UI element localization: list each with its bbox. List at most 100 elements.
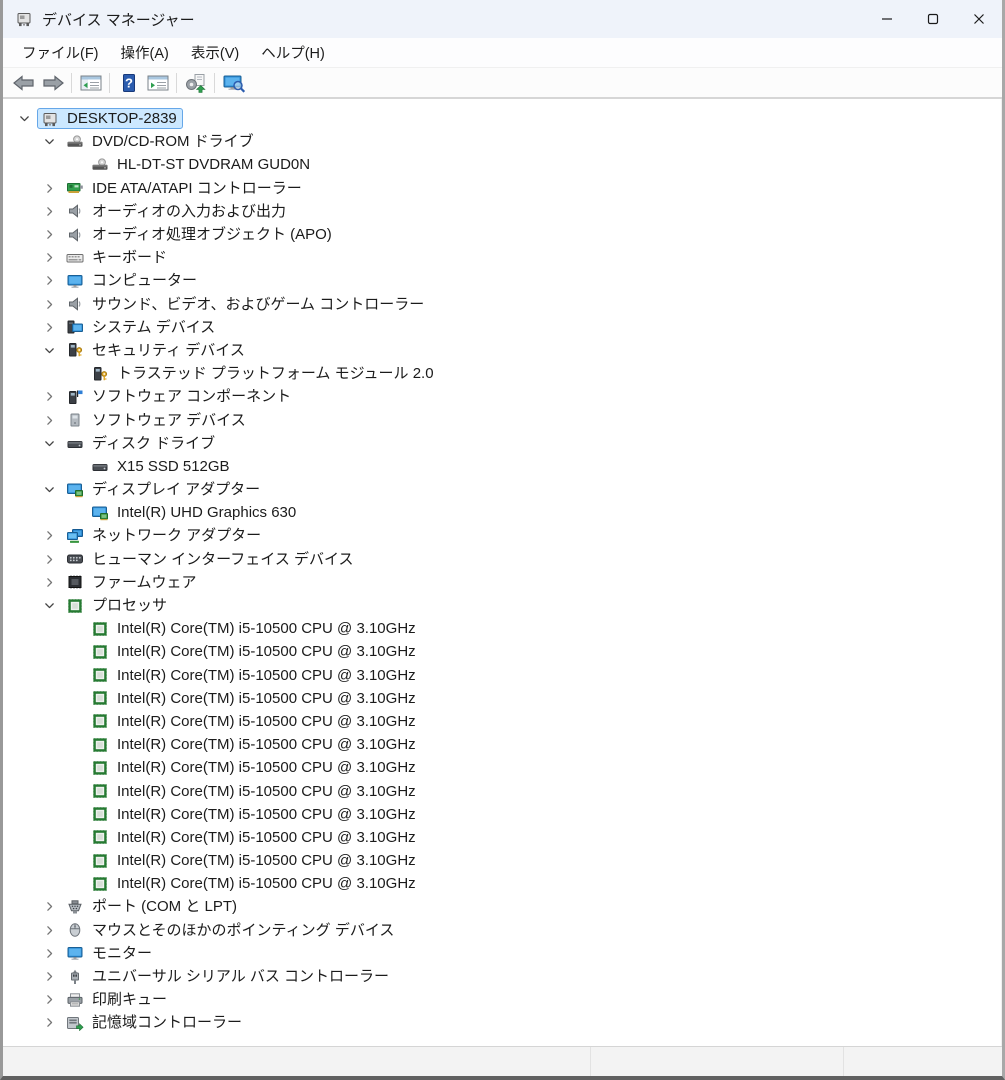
tree-item-content-selected[interactable]: DESKTOP-2839 (37, 108, 183, 129)
tree-item[interactable]: Intel(R) Core(TM) i5-10500 CPU @ 3.10GHz (3, 617, 1001, 640)
tree-item[interactable]: ソフトウェア デバイス (3, 408, 1001, 431)
tree-item-content[interactable]: ポート (COM と LPT) (62, 896, 243, 917)
tree-item-content[interactable]: ネットワーク アダプター (62, 525, 267, 546)
chevron-right-icon[interactable] (36, 571, 62, 594)
chevron-down-icon[interactable] (36, 594, 62, 617)
close-button[interactable] (956, 0, 1002, 38)
chevron-down-icon[interactable] (36, 339, 62, 362)
tree-item-content[interactable]: Intel(R) Core(TM) i5-10500 CPU @ 3.10GHz (87, 688, 422, 709)
tree-item-content[interactable]: Intel(R) Core(TM) i5-10500 CPU @ 3.10GHz (87, 618, 422, 639)
tree-item[interactable]: ネットワーク アダプター (3, 524, 1001, 547)
tree-item-content[interactable]: ソフトウェア コンポーネント (62, 386, 297, 407)
chevron-right-icon[interactable] (36, 223, 62, 246)
tree-item-content[interactable]: Intel(R) Core(TM) i5-10500 CPU @ 3.10GHz (87, 734, 422, 755)
tree-item-content[interactable]: Intel(R) UHD Graphics 630 (87, 502, 302, 523)
chevron-down-icon[interactable] (36, 478, 62, 501)
menu-action[interactable]: 操作(A) (110, 38, 180, 67)
tree-item[interactable]: Intel(R) Core(TM) i5-10500 CPU @ 3.10GHz (3, 756, 1001, 779)
tree-item-content[interactable]: Intel(R) Core(TM) i5-10500 CPU @ 3.10GHz (87, 665, 422, 686)
tree-item-content[interactable]: ユニバーサル シリアル バス コントローラー (62, 966, 395, 987)
chevron-right-icon[interactable] (36, 246, 62, 269)
tree-item-content[interactable]: オーディオの入力および出力 (62, 201, 292, 222)
tree-item[interactable]: Intel(R) Core(TM) i5-10500 CPU @ 3.10GHz (3, 826, 1001, 849)
tree-item[interactable]: ポート (COM と LPT) (3, 895, 1001, 918)
tree-item-content[interactable]: サウンド、ビデオ、およびゲーム コントローラー (62, 294, 430, 315)
tree-item-content[interactable]: IDE ATA/ATAPI コントローラー (62, 178, 308, 199)
chevron-right-icon[interactable] (36, 965, 62, 988)
scan-hardware-changes-button[interactable] (219, 70, 248, 96)
tree-item-content[interactable]: Intel(R) Core(TM) i5-10500 CPU @ 3.10GHz (87, 873, 422, 894)
maximize-button[interactable] (910, 0, 956, 38)
update-driver-button[interactable] (181, 70, 210, 96)
tree-item[interactable]: トラステッド プラットフォーム モジュール 2.0 (3, 362, 1001, 385)
chevron-right-icon[interactable] (36, 524, 62, 547)
tree-item[interactable]: モニター (3, 942, 1001, 965)
tree-item[interactable]: ファームウェア (3, 571, 1001, 594)
tree-item[interactable]: Intel(R) Core(TM) i5-10500 CPU @ 3.10GHz (3, 664, 1001, 687)
tree-item[interactable]: Intel(R) Core(TM) i5-10500 CPU @ 3.10GHz (3, 640, 1001, 663)
tree-item[interactable]: キーボード (3, 246, 1001, 269)
tree-item-content[interactable]: Intel(R) Core(TM) i5-10500 CPU @ 3.10GHz (87, 827, 422, 848)
tree-item[interactable]: Intel(R) Core(TM) i5-10500 CPU @ 3.10GHz (3, 733, 1001, 756)
tree-item[interactable]: ユニバーサル シリアル バス コントローラー (3, 965, 1001, 988)
back-button[interactable] (9, 70, 38, 96)
menu-file[interactable]: ファイル(F) (11, 38, 110, 67)
tree-item[interactable]: Intel(R) Core(TM) i5-10500 CPU @ 3.10GHz (3, 849, 1001, 872)
chevron-right-icon[interactable] (36, 385, 62, 408)
chevron-right-icon[interactable] (36, 548, 62, 571)
tree-item-content[interactable]: モニター (62, 943, 158, 964)
tree-item[interactable]: ソフトウェア コンポーネント (3, 385, 1001, 408)
tree-item[interactable]: オーディオの入力および出力 (3, 200, 1001, 223)
tree-item-content[interactable]: ファームウェア (62, 572, 203, 593)
chevron-down-icon[interactable] (11, 107, 37, 130)
tree-item-content[interactable]: トラステッド プラットフォーム モジュール 2.0 (87, 363, 440, 384)
tree-item[interactable]: Intel(R) Core(TM) i5-10500 CPU @ 3.10GHz (3, 872, 1001, 895)
tree-item[interactable]: IDE ATA/ATAPI コントローラー (3, 177, 1001, 200)
tree-item[interactable]: Intel(R) Core(TM) i5-10500 CPU @ 3.10GHz (3, 803, 1001, 826)
tree-item[interactable]: Intel(R) Core(TM) i5-10500 CPU @ 3.10GHz (3, 687, 1001, 710)
chevron-right-icon[interactable] (36, 200, 62, 223)
menu-help[interactable]: ヘルプ(H) (250, 38, 336, 67)
help-button[interactable]: ? (114, 70, 143, 96)
tree-item[interactable]: 記憶域コントローラー (3, 1011, 1001, 1034)
tree-item-content[interactable]: Intel(R) Core(TM) i5-10500 CPU @ 3.10GHz (87, 804, 422, 825)
properties-button[interactable] (143, 70, 172, 96)
tree-item-content[interactable]: マウスとそのほかのポインティング デバイス (62, 920, 400, 941)
tree-item[interactable]: Intel(R) UHD Graphics 630 (3, 501, 1001, 524)
tree-item[interactable]: ディスプレイ アダプター (3, 478, 1001, 501)
chevron-down-icon[interactable] (36, 432, 62, 455)
tree-item[interactable]: Intel(R) Core(TM) i5-10500 CPU @ 3.10GHz (3, 710, 1001, 733)
tree-item-content[interactable]: ヒューマン インターフェイス デバイス (62, 549, 360, 570)
chevron-right-icon[interactable] (36, 293, 62, 316)
tree-item[interactable]: ディスク ドライブ (3, 432, 1001, 455)
chevron-right-icon[interactable] (36, 1011, 62, 1034)
tree-item[interactable]: プロセッサ (3, 594, 1001, 617)
tree-item-content[interactable]: Intel(R) Core(TM) i5-10500 CPU @ 3.10GHz (87, 757, 422, 778)
tree-item-content[interactable]: DVD/CD-ROM ドライブ (62, 131, 260, 152)
chevron-right-icon[interactable] (36, 269, 62, 292)
chevron-right-icon[interactable] (36, 942, 62, 965)
tree-item[interactable]: システム デバイス (3, 316, 1001, 339)
minimize-button[interactable] (864, 0, 910, 38)
tree-item[interactable]: DVD/CD-ROM ドライブ (3, 130, 1001, 153)
tree-item[interactable]: サウンド、ビデオ、およびゲーム コントローラー (3, 293, 1001, 316)
chevron-right-icon[interactable] (36, 988, 62, 1011)
tree-item-content[interactable]: X15 SSD 512GB (87, 456, 236, 477)
menu-view[interactable]: 表示(V) (180, 38, 250, 67)
tree-item-content[interactable]: Intel(R) Core(TM) i5-10500 CPU @ 3.10GHz (87, 781, 422, 802)
tree-item[interactable]: コンピューター (3, 269, 1001, 292)
chevron-right-icon[interactable] (36, 316, 62, 339)
tree-item-content[interactable]: コンピューター (62, 270, 203, 291)
show-console-tree-button[interactable] (76, 70, 105, 96)
tree-item-content[interactable]: キーボード (62, 247, 173, 268)
tree-item-content[interactable]: オーディオ処理オブジェクト (APO) (62, 224, 338, 245)
chevron-right-icon[interactable] (36, 919, 62, 942)
tree-item[interactable]: X15 SSD 512GB (3, 455, 1001, 478)
tree-item-content[interactable]: ソフトウェア デバイス (62, 410, 252, 431)
tree-item-content[interactable]: ディスプレイ アダプター (62, 479, 266, 500)
chevron-right-icon[interactable] (36, 895, 62, 918)
tree-item-content[interactable]: セキュリティ デバイス (62, 340, 251, 361)
tree-item-content[interactable]: ディスク ドライブ (62, 433, 221, 454)
tree-item-content[interactable]: Intel(R) Core(TM) i5-10500 CPU @ 3.10GHz (87, 850, 422, 871)
tree-item[interactable]: オーディオ処理オブジェクト (APO) (3, 223, 1001, 246)
